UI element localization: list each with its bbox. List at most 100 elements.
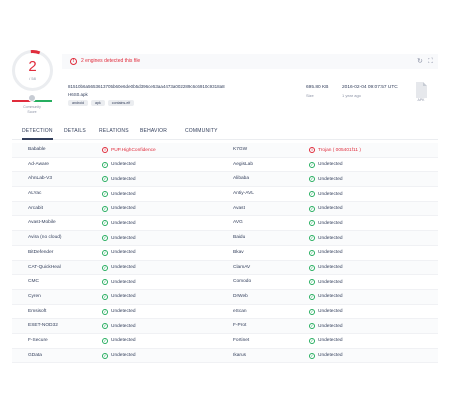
file-type-label: APK xyxy=(417,98,425,102)
table-row: Avast-Mobile ✓ Undetected AVG ✓ Undetected xyxy=(12,216,438,232)
community-score-knob[interactable] xyxy=(28,94,36,102)
result-text: Undetected xyxy=(318,353,343,359)
refresh-icon[interactable]: ↻ xyxy=(417,58,423,65)
detection-result: ✓ Undetected xyxy=(102,264,136,271)
tab-relations[interactable]: RELATIONS xyxy=(99,128,129,134)
table-row: Cyren ✓ Undetected DrWeb ✓ Undetected xyxy=(12,289,438,305)
check-circle-icon: ✓ xyxy=(309,220,315,227)
tab-behavior[interactable]: BEHAVIOR xyxy=(140,128,167,134)
detection-result: ✓ Undetected xyxy=(102,323,136,330)
result-text: PUP.HighConfidence xyxy=(111,147,156,153)
fullscreen-icon[interactable]: ⛶ xyxy=(428,58,433,65)
result-text: Undetected xyxy=(111,353,136,359)
table-row: BitDefender ✓ Undetected Bkav ✓ Undetected xyxy=(12,246,438,261)
check-circle-icon: ✓ xyxy=(102,176,108,183)
result-text: Undetected xyxy=(318,176,343,182)
result-text: Undetected xyxy=(111,279,136,285)
detection-result: ✓ Undetected xyxy=(309,352,343,359)
engine-name: Antiy-AVL xyxy=(233,191,254,197)
result-text: Undetected xyxy=(318,265,343,270)
check-circle-icon: ✓ xyxy=(102,220,108,227)
engine-name: eScan xyxy=(233,308,247,314)
detection-message: 2 engines detected this file xyxy=(81,58,141,64)
result-text: Undetected xyxy=(111,162,136,168)
result-text: Undetected xyxy=(318,309,343,315)
check-circle-icon: ✓ xyxy=(309,191,315,198)
tag[interactable]: contains-elf xyxy=(107,100,135,106)
detection-result: ✓ Undetected xyxy=(309,176,343,183)
check-circle-icon: ✓ xyxy=(309,323,315,330)
result-text: Undetected xyxy=(318,162,343,168)
engine-name: Babable xyxy=(28,147,46,152)
engine-name: Comodo xyxy=(233,279,252,285)
check-circle-icon: ✓ xyxy=(102,205,108,212)
check-circle-icon: ✓ xyxy=(309,249,315,256)
table-row: Babable ! PUP.HighConfidence K7GW ! Trojan ( … xyxy=(12,143,438,158)
table-row: Arcabit ✓ Undetected Avast ✓ Undetected xyxy=(12,201,438,217)
result-text: Undetected xyxy=(111,294,136,300)
engine-name: Baidu xyxy=(233,235,246,241)
tab-detection[interactable]: DETECTION xyxy=(22,128,53,140)
result-text: Undetected xyxy=(318,250,343,256)
check-circle-icon: ✓ xyxy=(309,308,315,315)
detection-table: Babable ! PUP.HighConfidence K7GW ! Trojan ( … xyxy=(12,143,438,364)
file-info: 81510b6a5653613705b60e6de0b5d396ce53aa44… xyxy=(62,82,438,112)
table-row: CMC ✓ Undetected Comodo ✓ Undetected xyxy=(12,275,438,290)
tag[interactable]: apk xyxy=(91,100,105,106)
result-text: Undetected xyxy=(318,338,343,344)
table-row: CAT-QuickHeal ✓ Undetected ClamAV ✓ Undetecte… xyxy=(12,260,438,276)
result-text: Undetected xyxy=(318,323,343,329)
detection-result: ✓ Undetected xyxy=(102,191,136,198)
detection-score: 2 / 58 Community Score xyxy=(12,50,53,116)
tab-details[interactable]: DETAILS xyxy=(64,128,86,134)
detection-result: ✓ Undetected xyxy=(102,337,136,344)
check-circle-icon: ✓ xyxy=(309,176,315,183)
table-row: Emsisoft ✓ Undetected eScan ✓ Undetected xyxy=(12,305,438,320)
engine-name: GData xyxy=(28,352,42,358)
check-circle-icon: ✓ xyxy=(309,293,315,300)
check-circle-icon: ✓ xyxy=(102,352,108,359)
file-size-label: Size xyxy=(306,93,314,98)
detection-result: ✓ Undetected xyxy=(309,337,343,344)
check-circle-icon: ✓ xyxy=(102,235,108,242)
file-size-value: 695.80 KB xyxy=(306,85,329,90)
detection-result: ! Trojan ( 005401f11 ) xyxy=(309,147,361,153)
result-text: Undetected xyxy=(318,235,343,241)
detection-result: ! PUP.HighConfidence xyxy=(102,147,156,153)
result-text: Undetected xyxy=(318,220,343,226)
tag[interactable]: android xyxy=(68,100,88,106)
detection-result: ✓ Undetected xyxy=(102,176,136,183)
detection-result: ✓ Undetected xyxy=(102,352,136,359)
check-circle-icon: ✓ xyxy=(102,249,108,256)
engine-name: AegisLab xyxy=(233,161,254,167)
engine-name: F-Prot xyxy=(233,323,247,329)
detection-result: ✓ Undetected xyxy=(309,161,343,168)
tab-community[interactable]: COMMUNITY xyxy=(185,128,218,134)
engine-name: K7GW xyxy=(233,147,248,152)
engine-name: Arcabit xyxy=(28,205,43,211)
result-text: Undetected xyxy=(318,294,343,300)
result-text: Undetected xyxy=(111,220,136,226)
community-score-label: Community Score xyxy=(23,105,41,114)
engine-name: Alibaba xyxy=(233,176,250,182)
table-row: ALYac ✓ Undetected Antiy-AVL ✓ Undetected xyxy=(12,187,438,202)
result-text: Undetected xyxy=(111,235,136,241)
engine-name: F-Secure xyxy=(28,337,48,343)
engine-name: Fortinet xyxy=(233,337,250,343)
file-hash[interactable]: 81510b6a5653613705b60e6de0b5d396ce53aa44… xyxy=(68,84,225,89)
table-row: Ad-Aware ✓ Undetected AegisLab ✓ Undetected xyxy=(12,158,438,173)
detection-result: ✓ Undetected xyxy=(309,191,343,198)
check-circle-icon: ✓ xyxy=(309,352,315,359)
detection-result: ✓ Undetected xyxy=(309,308,343,315)
check-circle-icon: ✓ xyxy=(102,279,108,286)
engine-name: Bkav xyxy=(233,249,244,255)
table-row: Avira (no cloud) ✓ Undetected Baidu ✓ Undetec… xyxy=(12,231,438,246)
result-text: Undetected xyxy=(111,309,136,315)
result-text: Undetected xyxy=(111,250,136,256)
detection-result: ✓ Undetected xyxy=(102,161,136,168)
result-text: Undetected xyxy=(111,338,136,344)
engine-name: Emsisoft xyxy=(28,308,47,314)
table-row: F-Secure ✓ Undetected Fortinet ✓ Undetected xyxy=(12,334,438,349)
detection-result: ✓ Undetected xyxy=(309,249,343,256)
exclamation-circle-icon: ! xyxy=(70,58,77,65)
